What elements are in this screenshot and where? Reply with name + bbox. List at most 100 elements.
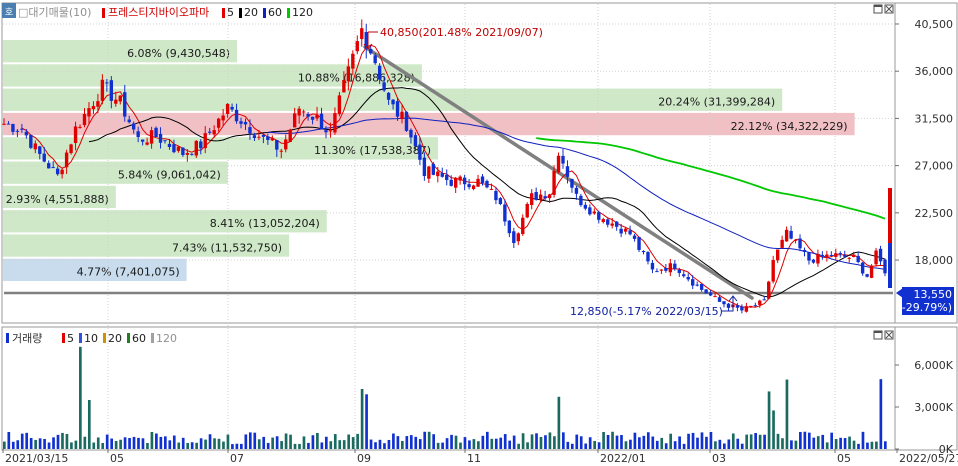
candle-body bbox=[239, 121, 243, 124]
volume-bar bbox=[280, 441, 283, 449]
candle-body bbox=[51, 167, 55, 169]
candle-body bbox=[655, 271, 659, 273]
candle-body bbox=[592, 211, 597, 214]
volume-bar bbox=[597, 442, 601, 449]
candle-body bbox=[292, 113, 297, 128]
volume-bar bbox=[633, 432, 637, 449]
candle-body bbox=[521, 217, 525, 234]
volume-bar bbox=[137, 437, 140, 449]
volume-profile-label: 22.12% (34,322,229) bbox=[731, 120, 848, 133]
candle-body bbox=[838, 253, 842, 255]
candle-body bbox=[69, 144, 73, 154]
candle-body bbox=[498, 198, 503, 205]
candle-body bbox=[467, 184, 471, 188]
volume-weighted-label[interactable]: □대기매물(10) bbox=[18, 6, 91, 19]
volume-bar bbox=[830, 432, 834, 449]
volume-bar bbox=[445, 438, 449, 449]
volume-bar bbox=[723, 443, 726, 449]
volume-bar bbox=[244, 434, 248, 449]
candle-body bbox=[149, 130, 154, 144]
candle-body bbox=[588, 207, 592, 215]
candle-body bbox=[811, 259, 816, 263]
ma-legend-label: 120 bbox=[292, 6, 313, 19]
volume-profile-label: 10.88% (16,886,328) bbox=[298, 71, 415, 84]
volume-bar bbox=[562, 432, 565, 449]
candle-body bbox=[784, 229, 789, 242]
candle-body bbox=[319, 113, 324, 130]
volume-bar bbox=[262, 436, 266, 449]
price-tick-label: 40,500 bbox=[915, 18, 954, 31]
candle-body bbox=[686, 276, 690, 280]
volume-bar bbox=[96, 437, 100, 449]
candle-body bbox=[552, 171, 556, 195]
candle-body bbox=[413, 135, 418, 147]
volume-bar bbox=[870, 441, 874, 449]
volume-bar bbox=[293, 443, 297, 449]
volume-bar bbox=[843, 438, 847, 449]
candle-body bbox=[816, 253, 820, 264]
volume-bar bbox=[526, 442, 529, 449]
candle-body bbox=[860, 262, 865, 274]
volume-bar bbox=[414, 436, 418, 449]
volume-bar bbox=[879, 379, 883, 449]
candle-body bbox=[78, 126, 82, 128]
volume-bar bbox=[557, 396, 561, 449]
candle-body bbox=[547, 194, 552, 199]
candle-body bbox=[834, 253, 838, 257]
candle-body bbox=[248, 127, 252, 134]
volume-bar bbox=[20, 433, 24, 449]
volume-bar bbox=[204, 439, 207, 449]
ma-legend-label: 60 bbox=[268, 6, 282, 19]
volume-bar bbox=[110, 438, 113, 449]
volume-bar bbox=[11, 441, 15, 449]
candle-body bbox=[324, 130, 328, 133]
candle-body bbox=[118, 95, 122, 102]
volume-bar bbox=[105, 434, 109, 449]
candle-body bbox=[114, 99, 118, 104]
volume-bar bbox=[736, 438, 740, 449]
volume-color-swatch bbox=[6, 333, 9, 343]
candle-body bbox=[261, 134, 266, 137]
volume-tick-label: 3,000K bbox=[914, 401, 953, 414]
candle-body bbox=[767, 281, 771, 299]
candle-body bbox=[436, 171, 440, 177]
volume-bar bbox=[92, 442, 96, 449]
volume-bar bbox=[423, 431, 427, 449]
stock-name[interactable]: 프레스티지바이오파마 bbox=[108, 6, 209, 19]
volume-bar bbox=[503, 434, 507, 449]
candle-body bbox=[15, 130, 20, 132]
candle-body bbox=[530, 193, 534, 205]
volume-bar bbox=[338, 440, 342, 449]
candle-body bbox=[64, 152, 69, 168]
candle-body bbox=[382, 82, 386, 91]
candle-body bbox=[109, 80, 114, 101]
volume-bar bbox=[360, 389, 364, 449]
candle-body bbox=[6, 123, 11, 125]
volume-profile-bar bbox=[3, 112, 855, 136]
volume-bar bbox=[155, 433, 158, 449]
candle-body bbox=[525, 203, 529, 218]
candle-body bbox=[185, 152, 190, 155]
volume-bar bbox=[821, 434, 825, 449]
candle-body bbox=[440, 173, 444, 177]
candle-body bbox=[610, 223, 614, 226]
candle-body bbox=[503, 204, 507, 222]
volume-bar bbox=[365, 394, 368, 449]
candle-body bbox=[409, 129, 413, 138]
volume-bar bbox=[316, 432, 319, 449]
volume-bar bbox=[266, 442, 270, 449]
candle-body bbox=[275, 140, 279, 150]
candle-body bbox=[614, 221, 619, 227]
candle-body bbox=[869, 265, 874, 278]
volume-bar bbox=[3, 441, 6, 449]
candle-body bbox=[606, 219, 610, 225]
volume-bar bbox=[333, 434, 337, 449]
candle-body bbox=[29, 134, 33, 148]
candle-body bbox=[203, 133, 207, 149]
volume-bar bbox=[450, 434, 453, 449]
volume-title[interactable]: 거래량 bbox=[12, 332, 42, 345]
candle-body bbox=[699, 283, 704, 290]
candle-body bbox=[601, 219, 605, 222]
volume-bar bbox=[767, 391, 771, 449]
volume-bar bbox=[727, 439, 731, 449]
